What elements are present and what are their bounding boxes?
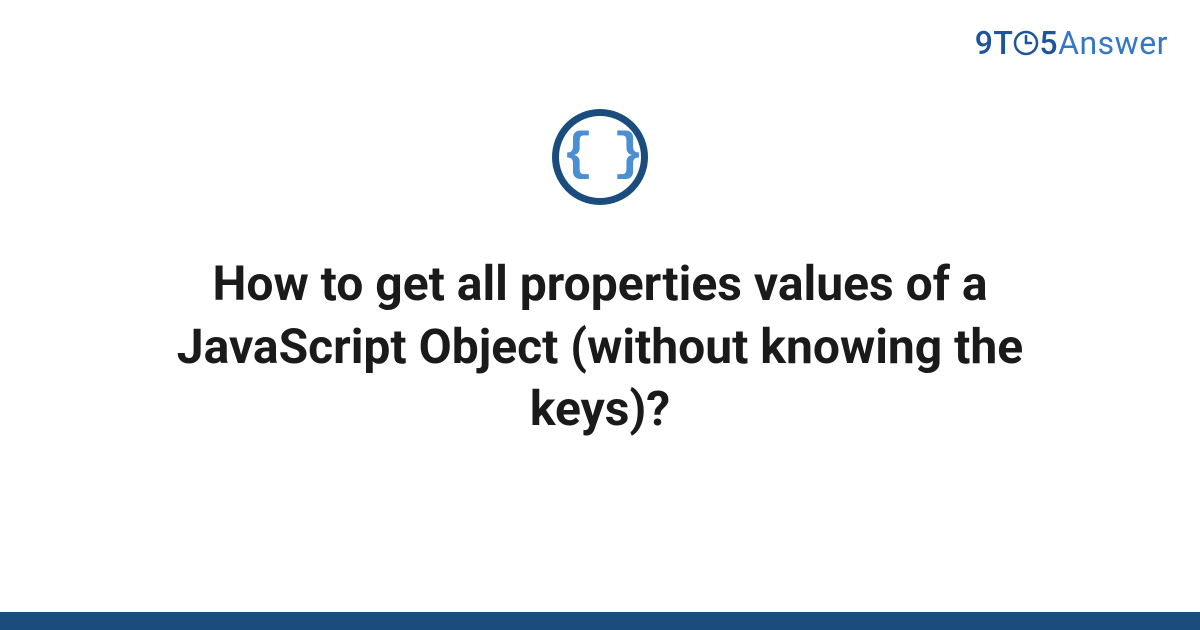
footer-bar	[0, 612, 1200, 630]
question-title: How to get all properties values of a Ja…	[100, 253, 1100, 440]
main-content: { } How to get all properties values of …	[0, 0, 1200, 630]
topic-badge: { }	[552, 109, 648, 205]
code-braces-icon: { }	[562, 129, 638, 181]
